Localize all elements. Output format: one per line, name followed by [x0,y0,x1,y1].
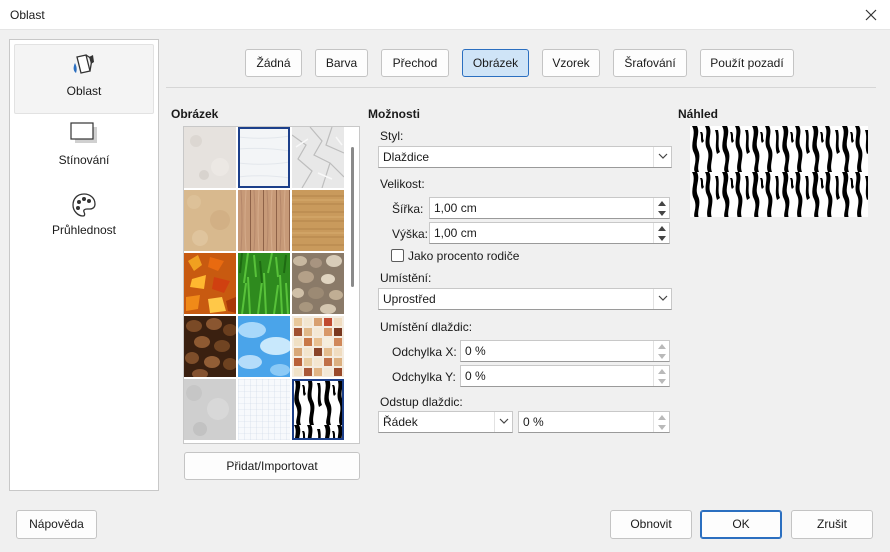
reset-button[interactable]: Obnovit [610,510,692,539]
chevron-down-icon[interactable] [653,289,671,309]
tile-white-paper[interactable] [238,127,290,188]
spin-down-icon[interactable] [654,351,669,361]
tile-crumpled-paper[interactable] [292,127,344,188]
offset-y-value: 0 % [465,369,486,383]
chevron-down-icon[interactable] [653,147,671,167]
style-label: Styl: [380,129,404,143]
fill-hatching-button[interactable]: Šrafování [613,49,687,77]
preview-heading: Náhled [678,107,719,121]
width-label: Šířka: [392,202,424,216]
position-dropdown[interactable]: Uprostřed [378,288,672,310]
offset-x-label: Odchylka X: [392,345,457,359]
title-bar: Oblast [0,0,890,30]
relative-label[interactable]: Jako procento rodiče [408,249,519,263]
spin-up-icon[interactable] [654,198,669,208]
tile-offset-type-value: Řádek [383,415,418,429]
close-icon[interactable] [860,4,882,26]
spin-up-icon[interactable] [654,412,669,422]
offset-y-label: Odchylka Y: [392,370,456,384]
width-value: 1,00 cm [434,201,477,215]
spin-down-icon[interactable] [654,376,669,386]
spin-down-icon[interactable] [654,233,669,243]
fill-background-button[interactable]: Použít pozadí [700,49,794,77]
gallery-scroll-thumb[interactable] [351,147,354,287]
tile-offset-label: Odstup dlaždic: [380,395,463,409]
tile-position-label: Umístění dlaždic: [380,320,473,334]
tile-offset-spinbox[interactable]: 0 % [518,411,670,433]
spin-up-icon[interactable] [654,366,669,376]
tile-grass[interactable] [238,253,290,314]
height-label: Výška: [392,227,429,241]
gallery-scrollbar[interactable] [347,131,357,439]
area-fill-icon [15,53,153,77]
palette-icon [14,192,154,217]
tile-offset-value: 0 % [523,415,544,429]
width-spinbox[interactable]: 1,00 cm [429,197,670,219]
sidebar-item-label: Průhlednost [51,223,117,237]
tile-sky-clouds[interactable] [238,316,290,377]
offset-x-value: 0 % [465,344,486,358]
tile-concrete[interactable] [184,379,236,440]
sidebar-item-label: Stínování [58,153,110,167]
tile-color-squares[interactable] [292,316,344,377]
offset-y-spinbox[interactable]: 0 % [460,365,670,387]
sidebar-item-area[interactable]: Oblast [14,44,154,114]
image-gallery[interactable] [183,126,360,444]
tile-autumn-leaves[interactable] [184,253,236,314]
ok-button[interactable]: OK [700,510,782,539]
offset-y-spinner[interactable] [653,366,669,386]
options-heading: Možnosti [368,107,420,121]
tile-wood-planks[interactable] [238,190,290,251]
sidebar-item-transparency[interactable]: Průhlednost [14,184,154,254]
tile-coffee-beans[interactable] [184,316,236,377]
spin-up-icon[interactable] [654,223,669,233]
cancel-button[interactable]: Zrušit [791,510,873,539]
height-spinbox[interactable]: 1,00 cm [429,222,670,244]
offset-x-spinbox[interactable]: 0 % [460,340,670,362]
fill-color-button[interactable]: Barva [315,49,368,77]
tile-sand[interactable] [184,190,236,251]
spin-down-icon[interactable] [654,208,669,218]
width-spinner[interactable] [653,198,669,218]
spin-up-icon[interactable] [654,341,669,351]
relative-checkbox[interactable] [391,249,404,262]
image-heading: Obrázek [171,107,219,121]
style-dropdown[interactable]: Dlaždice [378,146,672,168]
fill-gradient-button[interactable]: Přechod [381,49,449,77]
tile-zebra[interactable] [292,379,344,440]
tile-wood[interactable] [292,190,344,251]
size-label: Velikost: [380,177,425,191]
fill-pattern-button[interactable]: Vzorek [542,49,600,77]
position-value: Uprostřed [383,292,436,306]
preview-image [690,126,868,217]
category-sidebar: Oblast Stínování Průhlednost [9,39,159,491]
tile-offset-type-dropdown[interactable]: Řádek [378,411,513,433]
fill-image-button[interactable]: Obrázek [462,49,529,77]
height-value: 1,00 cm [434,226,477,240]
style-value: Dlaždice [383,150,430,164]
tile-light-plaster[interactable] [184,127,236,188]
help-button[interactable]: Nápověda [16,510,97,539]
tile-pebbles[interactable] [292,253,344,314]
shadow-icon [14,122,154,146]
offset-x-spinner[interactable] [653,341,669,361]
window-title: Oblast [10,8,45,22]
sidebar-item-label: Oblast [66,84,102,98]
height-spinner[interactable] [653,223,669,243]
spin-down-icon[interactable] [654,422,669,432]
tile-graph-paper[interactable] [238,379,290,440]
position-label: Umístění: [380,271,432,285]
chevron-down-icon[interactable] [494,412,512,432]
fill-none-button[interactable]: Žádná [245,49,302,77]
sidebar-item-shadow[interactable]: Stínování [14,114,154,184]
tile-offset-spinner[interactable] [653,412,669,432]
tab-separator [166,87,876,88]
add-import-button[interactable]: Přidat/Importovat [184,452,360,480]
